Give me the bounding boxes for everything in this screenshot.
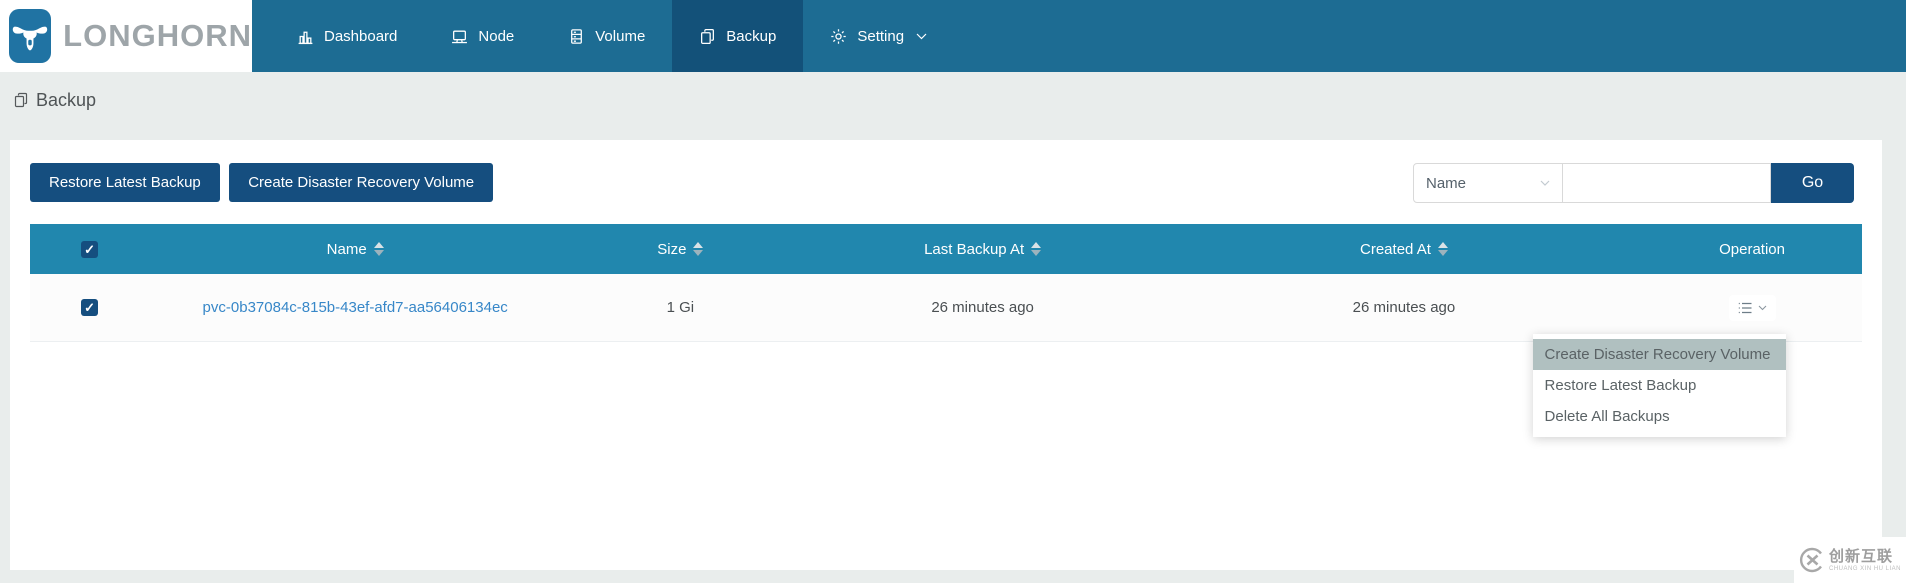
- sort-icon[interactable]: [1031, 242, 1041, 256]
- chevron-down-icon: [1540, 180, 1550, 186]
- select-all-checkbox[interactable]: [81, 241, 98, 258]
- breadcrumb: Backup: [13, 88, 1906, 112]
- gear-icon: [830, 28, 847, 45]
- nav-items: Dashboard Node Volume: [270, 0, 954, 72]
- restore-latest-backup-button[interactable]: Restore Latest Backup: [30, 163, 220, 202]
- search-group: Name Go: [1413, 163, 1854, 203]
- header-checkbox-cell: [30, 241, 149, 258]
- watermark-text: 创新互联 CHUANG XIN HU LIAN: [1829, 549, 1901, 572]
- table-header-row: Name Size Last Backup At Created At Oper…: [30, 224, 1862, 274]
- watermark-logo-icon: [1799, 547, 1825, 573]
- create-disaster-recovery-volume-button[interactable]: Create Disaster Recovery Volume: [229, 163, 493, 202]
- operation-dropdown-wrap: Create Disaster Recovery Volume Restore …: [1729, 295, 1776, 321]
- chevron-down-icon: [916, 33, 927, 40]
- sort-icon[interactable]: [1438, 242, 1448, 256]
- table-row: pvc-0b37084c-815b-43ef-afd7-aa56406134ec…: [30, 274, 1862, 342]
- nav-item-label: Volume: [595, 28, 645, 45]
- column-header-created-at[interactable]: Created At: [1166, 241, 1642, 258]
- search-field-select[interactable]: Name: [1413, 163, 1563, 203]
- nav-item-label: Backup: [726, 28, 776, 45]
- longhorn-bull-icon: [9, 9, 51, 63]
- watermark-subtitle: CHUANG XIN HU LIAN: [1829, 566, 1901, 572]
- nav-item-node[interactable]: Node: [424, 0, 541, 72]
- sort-icon[interactable]: [693, 242, 703, 256]
- column-header-last-backup-at[interactable]: Last Backup At: [799, 241, 1165, 258]
- backup-content-card: Restore Latest Backup Create Disaster Re…: [10, 140, 1882, 570]
- backup-icon: [13, 92, 29, 108]
- nav-item-backup[interactable]: Backup: [672, 0, 803, 72]
- brand-name: LONGHORN: [63, 18, 252, 54]
- nav-item-volume[interactable]: Volume: [541, 0, 672, 72]
- dashboard-icon: [297, 28, 314, 45]
- column-header-name[interactable]: Name: [149, 241, 561, 258]
- brand-logo-area[interactable]: LONGHORN: [0, 0, 252, 72]
- watermark-title: 创新互联: [1829, 549, 1901, 564]
- page-title: Backup: [36, 90, 96, 111]
- chevron-down-icon: [1758, 305, 1767, 311]
- backup-table: Name Size Last Backup At Created At Oper…: [30, 224, 1862, 342]
- nav-item-dashboard[interactable]: Dashboard: [270, 0, 424, 72]
- row-size-cell: 1 Gi: [561, 299, 799, 316]
- bull-head-icon: [10, 16, 50, 56]
- menu-item-create-disaster-recovery-volume[interactable]: Create Disaster Recovery Volume: [1533, 339, 1786, 370]
- toolbar-left: Restore Latest Backup Create Disaster Re…: [30, 163, 498, 202]
- row-created-cell: 26 minutes ago: [1166, 299, 1642, 316]
- search-field-selected: Name: [1426, 175, 1466, 192]
- backup-icon: [699, 28, 716, 45]
- go-button[interactable]: Go: [1771, 163, 1854, 203]
- row-last-backup-cell: 26 minutes ago: [799, 299, 1165, 316]
- list-icon: [1738, 302, 1752, 314]
- nav-item-setting[interactable]: Setting: [803, 0, 954, 72]
- node-icon: [451, 28, 468, 45]
- search-input[interactable]: [1563, 163, 1771, 203]
- watermark: 创新互联 CHUANG XIN HU LIAN: [1794, 537, 1906, 583]
- operation-dropdown-menu: Create Disaster Recovery Volume Restore …: [1533, 334, 1786, 437]
- menu-item-delete-all-backups[interactable]: Delete All Backups: [1533, 401, 1786, 432]
- row-checkbox-cell: [30, 299, 149, 316]
- nav-item-label: Setting: [857, 28, 904, 45]
- top-navbar: LONGHORN Dashboard Node: [0, 0, 1906, 72]
- menu-item-restore-latest-backup[interactable]: Restore Latest Backup: [1533, 370, 1786, 401]
- backup-name-link[interactable]: pvc-0b37084c-815b-43ef-afd7-aa56406134ec: [203, 299, 508, 316]
- toolbar: Restore Latest Backup Create Disaster Re…: [30, 163, 1862, 203]
- column-header-operation: Operation: [1642, 241, 1862, 258]
- row-operation-cell: Create Disaster Recovery Volume Restore …: [1642, 295, 1862, 321]
- operation-menu-button[interactable]: [1729, 295, 1776, 321]
- sort-icon[interactable]: [374, 242, 384, 256]
- column-header-size[interactable]: Size: [561, 241, 799, 258]
- nav-item-label: Dashboard: [324, 28, 397, 45]
- row-checkbox[interactable]: [81, 299, 98, 316]
- volume-icon: [568, 28, 585, 45]
- nav-item-label: Node: [478, 28, 514, 45]
- row-name-cell: pvc-0b37084c-815b-43ef-afd7-aa56406134ec: [149, 299, 561, 316]
